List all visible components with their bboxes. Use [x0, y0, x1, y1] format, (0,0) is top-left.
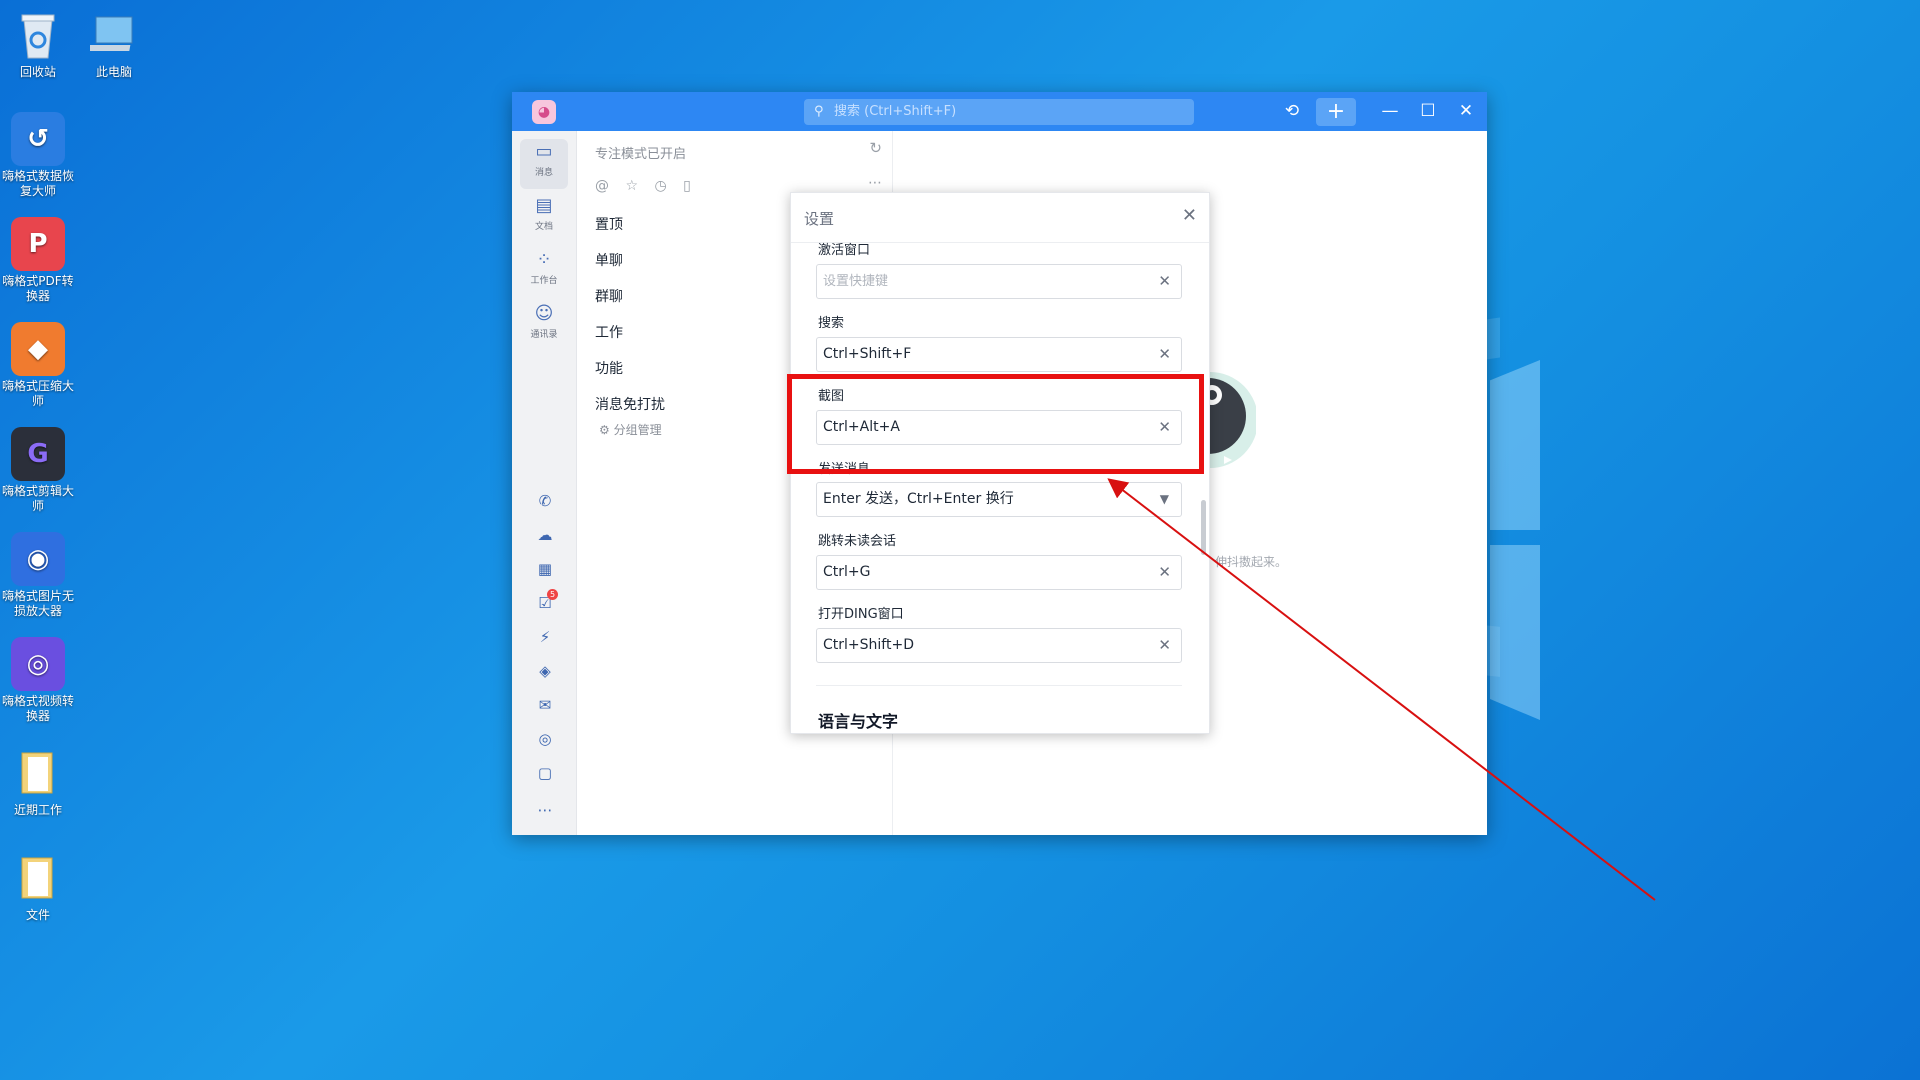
annotation-arrow	[1107, 478, 1656, 901]
